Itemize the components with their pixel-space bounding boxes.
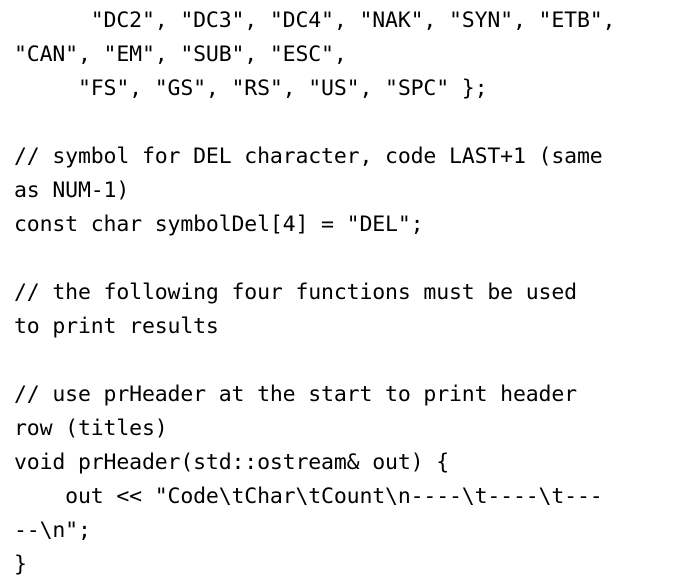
code-comment-line: // the following four functions must be … bbox=[14, 280, 577, 305]
code-line: void prHeader(std::ostream& out) { bbox=[14, 450, 449, 475]
code-line: "FS", "GS", "RS", "US", "SPC" }; bbox=[14, 76, 488, 101]
code-line: } bbox=[14, 552, 27, 577]
code-comment-line: // use prHeader at the start to print he… bbox=[14, 382, 577, 407]
code-comment-line: to print results bbox=[14, 314, 219, 339]
code-line: "DC2", "DC3", "DC4", "NAK", "SYN", "ETB"… bbox=[14, 8, 616, 33]
code-line: const char symbolDel[4] = "DEL"; bbox=[14, 212, 424, 237]
code-comment-line: as NUM-1) bbox=[14, 178, 130, 203]
code-text-view[interactable]: "DC2", "DC3", "DC4", "NAK", "SYN", "ETB"… bbox=[0, 0, 700, 580]
code-line: "CAN", "EM", "SUB", "ESC", bbox=[14, 42, 347, 67]
code-comment-line: // symbol for DEL character, code LAST+1… bbox=[14, 144, 603, 169]
code-line: --\n"; bbox=[14, 518, 91, 543]
code-line: out << "Code\tChar\tCount\n----\t----\t-… bbox=[14, 484, 603, 509]
code-comment-line: row (titles) bbox=[14, 416, 168, 441]
